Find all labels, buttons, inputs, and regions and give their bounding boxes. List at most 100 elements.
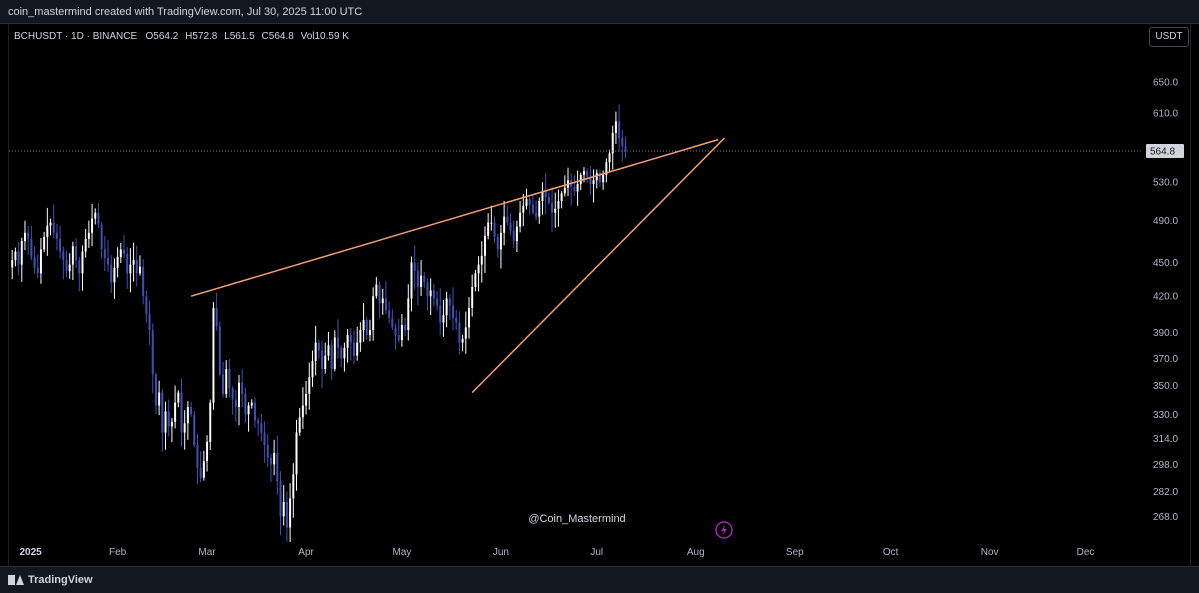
candle-body[interactable] — [493, 222, 496, 237]
candle-body[interactable] — [30, 238, 33, 257]
candle-body[interactable] — [241, 382, 244, 394]
candle-body[interactable] — [305, 393, 308, 406]
candle-body[interactable] — [448, 298, 451, 306]
candle-body[interactable] — [499, 232, 502, 250]
candle-body[interactable] — [455, 317, 458, 323]
candle-body[interactable] — [292, 474, 295, 499]
candle-body[interactable] — [464, 327, 467, 339]
candle-body[interactable] — [39, 249, 42, 274]
candle-body[interactable] — [244, 393, 247, 415]
candle-body[interactable] — [167, 411, 170, 427]
candle-body[interactable] — [547, 197, 550, 203]
candle-body[interactable] — [410, 262, 413, 299]
legend-symbol[interactable]: BCHUSDT · 1D · BINANCE — [14, 31, 137, 42]
candle-body[interactable] — [467, 307, 470, 328]
candle-body[interactable] — [183, 423, 186, 433]
candle-body[interactable] — [23, 232, 26, 242]
candle-body[interactable] — [97, 212, 100, 225]
candle-body[interactable] — [257, 420, 260, 424]
candle-body[interactable] — [397, 335, 400, 341]
candle-body[interactable] — [563, 187, 566, 194]
candle-body[interactable] — [27, 232, 30, 239]
candle-body[interactable] — [490, 222, 493, 224]
candle-body[interactable] — [170, 421, 173, 427]
candle-body[interactable] — [68, 264, 71, 272]
candle-body[interactable] — [359, 329, 362, 343]
candle-body[interactable] — [362, 320, 365, 330]
candle-body[interactable] — [212, 307, 215, 403]
candle-body[interactable] — [413, 262, 416, 272]
candle-body[interactable] — [378, 284, 381, 304]
candle-body[interactable] — [190, 406, 193, 415]
candle-body[interactable] — [551, 202, 554, 213]
candle-body[interactable] — [260, 423, 263, 433]
candle-body[interactable] — [368, 329, 371, 336]
candle-body[interactable] — [145, 296, 148, 314]
candle-body[interactable] — [324, 355, 327, 370]
candle-body[interactable] — [110, 264, 113, 283]
candle-body[interactable] — [196, 445, 199, 468]
candle-body[interactable] — [17, 251, 20, 265]
candle-body[interactable] — [75, 246, 78, 261]
candle-body[interactable] — [253, 402, 256, 421]
candle-body[interactable] — [519, 212, 522, 227]
candle-body[interactable] — [81, 251, 84, 274]
candle-body[interactable] — [384, 298, 387, 311]
candle-body[interactable] — [295, 432, 298, 475]
candle-body[interactable] — [394, 327, 397, 336]
candle-body[interactable] — [375, 284, 378, 297]
candle-body[interactable] — [126, 253, 129, 274]
candle-body[interactable] — [186, 406, 189, 424]
candle-body[interactable] — [426, 282, 429, 297]
candle-body[interactable] — [314, 342, 317, 361]
candle-body[interactable] — [611, 132, 614, 154]
candle-body[interactable] — [113, 267, 116, 283]
candle-body[interactable] — [340, 347, 343, 359]
candle-body[interactable] — [119, 249, 122, 257]
candle-body[interactable] — [301, 405, 304, 418]
candle-body[interactable] — [49, 222, 52, 226]
candle-body[interactable] — [327, 345, 330, 356]
candle-body[interactable] — [87, 232, 90, 239]
candle-body[interactable] — [263, 432, 266, 446]
candle-body[interactable] — [206, 441, 209, 462]
candle-body[interactable] — [215, 307, 218, 327]
candle-body[interactable] — [202, 461, 205, 478]
candle-body[interactable] — [116, 256, 119, 268]
candle-body[interactable] — [158, 392, 161, 406]
price-chart[interactable]: 650.0 610.0 530.0 490.0 450.0 420.0 390.0 370.0… — [0, 0, 1199, 593]
candle-body[interactable] — [487, 222, 490, 236]
candle-body[interactable] — [65, 260, 68, 272]
candle-body[interactable] — [515, 226, 518, 242]
candle-body[interactable] — [209, 402, 212, 442]
candle-body[interactable] — [84, 238, 87, 252]
candle-body[interactable] — [46, 225, 49, 237]
candle-body[interactable] — [573, 186, 576, 192]
candle-body[interactable] — [480, 255, 483, 265]
candle-body[interactable] — [135, 260, 138, 274]
candle-body[interactable] — [458, 322, 461, 343]
candle-body[interactable] — [55, 232, 58, 239]
candle-body[interactable] — [436, 298, 439, 306]
candle-body[interactable] — [11, 260, 14, 268]
candle-body[interactable] — [535, 212, 538, 217]
candle-body[interactable] — [247, 405, 250, 415]
candle-body[interactable] — [346, 335, 349, 348]
candle-body[interactable] — [222, 374, 225, 394]
candle-body[interactable] — [279, 481, 282, 517]
candle-body[interactable] — [103, 249, 106, 259]
trendline-upper-resistance[interactable] — [190, 138, 719, 297]
candle-body[interactable] — [91, 218, 94, 233]
candle-body[interactable] — [308, 377, 311, 394]
candle-body[interactable] — [269, 457, 272, 465]
candle-body[interactable] — [388, 310, 391, 318]
candle-body[interactable] — [161, 392, 164, 433]
candle-body[interactable] — [36, 267, 39, 274]
candle-body[interactable] — [614, 121, 617, 133]
candle-body[interactable] — [621, 137, 624, 147]
candle-body[interactable] — [602, 174, 605, 183]
candle-body[interactable] — [586, 171, 589, 177]
candle-body[interactable] — [576, 184, 579, 192]
candle-body[interactable] — [503, 216, 506, 233]
candle-body[interactable] — [618, 121, 621, 138]
